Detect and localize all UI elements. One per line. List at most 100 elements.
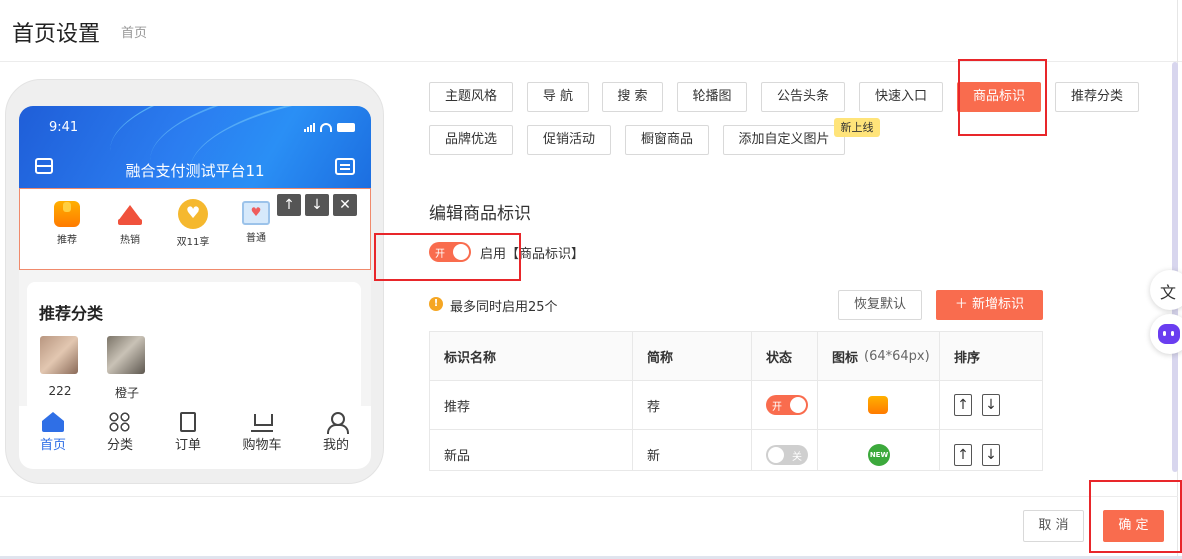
translate-icon: 文 xyxy=(1160,283,1177,302)
annotation-box xyxy=(958,59,1047,136)
heart-badge-icon xyxy=(178,199,208,229)
tab-label: 购物车 xyxy=(242,438,282,453)
reset-default-button[interactable]: 恢复默认 xyxy=(838,290,922,320)
assistant-button[interactable] xyxy=(1150,314,1182,354)
recommend-category-card: 推荐分类 222 橙子 xyxy=(27,282,361,412)
tab-label: 我的 xyxy=(322,438,349,453)
module-chip-notice[interactable]: 公告头条 xyxy=(761,82,845,112)
thumbs-up-icon xyxy=(868,396,888,414)
category-image xyxy=(40,336,78,374)
module-chip-custom-image[interactable]: 添加自定义图片 xyxy=(723,125,845,155)
switch-knob xyxy=(790,397,806,413)
table-row: 推荐 荐 开 ↑ ↓ xyxy=(430,381,1042,430)
phone-tabbar: 首页 分类 订单 购物车 我的 xyxy=(19,406,371,469)
tag-label: 双11享 xyxy=(176,237,210,248)
cart-icon xyxy=(251,412,273,432)
category-label: 橙子 xyxy=(114,386,139,400)
phone-header: 9:41 融合支付测试平台11 xyxy=(19,106,371,188)
icon-cell xyxy=(818,381,940,429)
home-icon xyxy=(42,412,64,432)
status-cell: 关 xyxy=(752,430,818,470)
wifi-icon xyxy=(320,122,332,132)
page-title: 首页设置 xyxy=(12,22,101,47)
header-sort: 排序 xyxy=(954,350,981,366)
status-time: 9:41 xyxy=(49,120,79,135)
battery-icon xyxy=(337,122,355,132)
thumbs-up-icon xyxy=(54,201,80,227)
tag-item[interactable]: 双11享 xyxy=(163,199,223,248)
tab-label: 订单 xyxy=(174,438,201,453)
tag-item[interactable]: 热销 xyxy=(100,201,160,246)
tab-cart[interactable]: 购物车 xyxy=(238,412,286,453)
grid-icon xyxy=(109,412,131,432)
translate-button[interactable]: 文 xyxy=(1150,270,1182,310)
tag-name: 推荐 xyxy=(430,381,633,429)
cancel-button[interactable]: 取 消 xyxy=(1023,510,1084,542)
switch-state: 开 xyxy=(772,402,782,413)
sort-cell: ↑ ↓ xyxy=(940,381,1042,429)
signal-icon xyxy=(304,122,315,132)
switch-knob xyxy=(768,446,784,463)
sort-up-button[interactable]: ↑ xyxy=(954,394,972,416)
module-chip-showcase[interactable]: 橱窗商品 xyxy=(625,125,709,155)
category-image xyxy=(107,336,145,374)
tab-mine[interactable]: 我的 xyxy=(312,412,360,453)
tag-label: 热销 xyxy=(120,235,140,246)
add-tag-button[interactable]: ＋ 新增标识 xyxy=(936,290,1043,320)
module-controls: ↑ ↓ ✕ xyxy=(277,194,357,216)
module-chip-promo[interactable]: 促销活动 xyxy=(527,125,611,155)
section-title: 编辑商品标识 xyxy=(429,204,531,224)
new-badge-icon: NEW xyxy=(868,443,890,466)
breadcrumb[interactable]: 首页 xyxy=(121,22,147,41)
user-icon xyxy=(325,412,349,434)
tab-orders[interactable]: 订单 xyxy=(164,412,212,453)
module-chip-nav[interactable]: 导 航 xyxy=(527,82,589,112)
page: 首页设置 首页 9:41 融合支付测试平台11 推荐 热销 ♥ 双11享 ♥ 普… xyxy=(0,0,1182,559)
store-name: 融合支付测试平台11 xyxy=(125,162,265,180)
scrollbar[interactable] xyxy=(1172,62,1178,472)
tab-label: 分类 xyxy=(106,438,133,453)
header-short: 简称 xyxy=(633,332,752,380)
recommend-title: 推荐分类 xyxy=(39,304,104,323)
warning-icon: ! xyxy=(429,297,443,311)
message-icon[interactable] xyxy=(335,158,355,175)
sort-down-button[interactable]: ↓ xyxy=(982,394,1000,416)
switch-state: 关 xyxy=(792,451,802,463)
tag-label: 推荐 xyxy=(57,235,77,246)
row-status-switch[interactable]: 关 xyxy=(766,444,808,465)
header-name: 标识名称 xyxy=(430,332,633,380)
annotation-box xyxy=(1089,480,1182,553)
annotation-box xyxy=(374,233,521,281)
tag-item[interactable]: 推荐 xyxy=(37,201,97,246)
tab-category[interactable]: 分类 xyxy=(96,412,144,453)
row-status-switch[interactable]: 开 xyxy=(766,395,808,415)
module-chip-theme[interactable]: 主题风格 xyxy=(429,82,513,112)
sort-cell: ↑ ↓ xyxy=(940,430,1042,470)
move-down-button[interactable]: ↓ xyxy=(305,194,329,216)
table-header: 标识名称 简称 状态 图标 (64*64px) 排序 xyxy=(430,332,1042,381)
tag-name: 新品 xyxy=(430,430,633,470)
module-chip-carousel[interactable]: 轮播图 xyxy=(677,82,747,112)
sort-down-button[interactable]: ↓ xyxy=(982,443,1000,466)
phone-screen: 9:41 融合支付测试平台11 推荐 热销 双11享 xyxy=(19,106,371,469)
header-status: 状态 xyxy=(752,332,818,380)
module-chip-recommend[interactable]: 推荐分类 xyxy=(1055,82,1139,112)
remove-module-button[interactable]: ✕ xyxy=(333,194,357,216)
tab-home[interactable]: 首页 xyxy=(29,412,77,453)
limit-hint: 最多同时启用25个 xyxy=(450,300,558,315)
tag-short: 荐 xyxy=(633,381,752,429)
new-badge: 新上线 xyxy=(834,118,880,137)
move-up-button[interactable]: ↑ xyxy=(277,194,301,216)
module-chip-search[interactable]: 搜 索 xyxy=(602,82,663,112)
module-chip-quick-entry[interactable]: 快速入口 xyxy=(859,82,943,112)
category-item[interactable]: 橙子 xyxy=(107,336,147,401)
page-header: 首页设置 首页 xyxy=(0,0,1182,62)
status-cell: 开 xyxy=(752,381,818,429)
header-icon-label: 图标 xyxy=(832,350,859,366)
sort-up-button[interactable]: ↑ xyxy=(954,443,972,466)
category-item[interactable]: 222 xyxy=(40,336,80,398)
crown-icon xyxy=(116,201,144,227)
assistant-bot-icon xyxy=(1158,324,1180,344)
footer-divider xyxy=(0,496,1178,497)
module-chip-brand[interactable]: 品牌优选 xyxy=(429,125,513,155)
